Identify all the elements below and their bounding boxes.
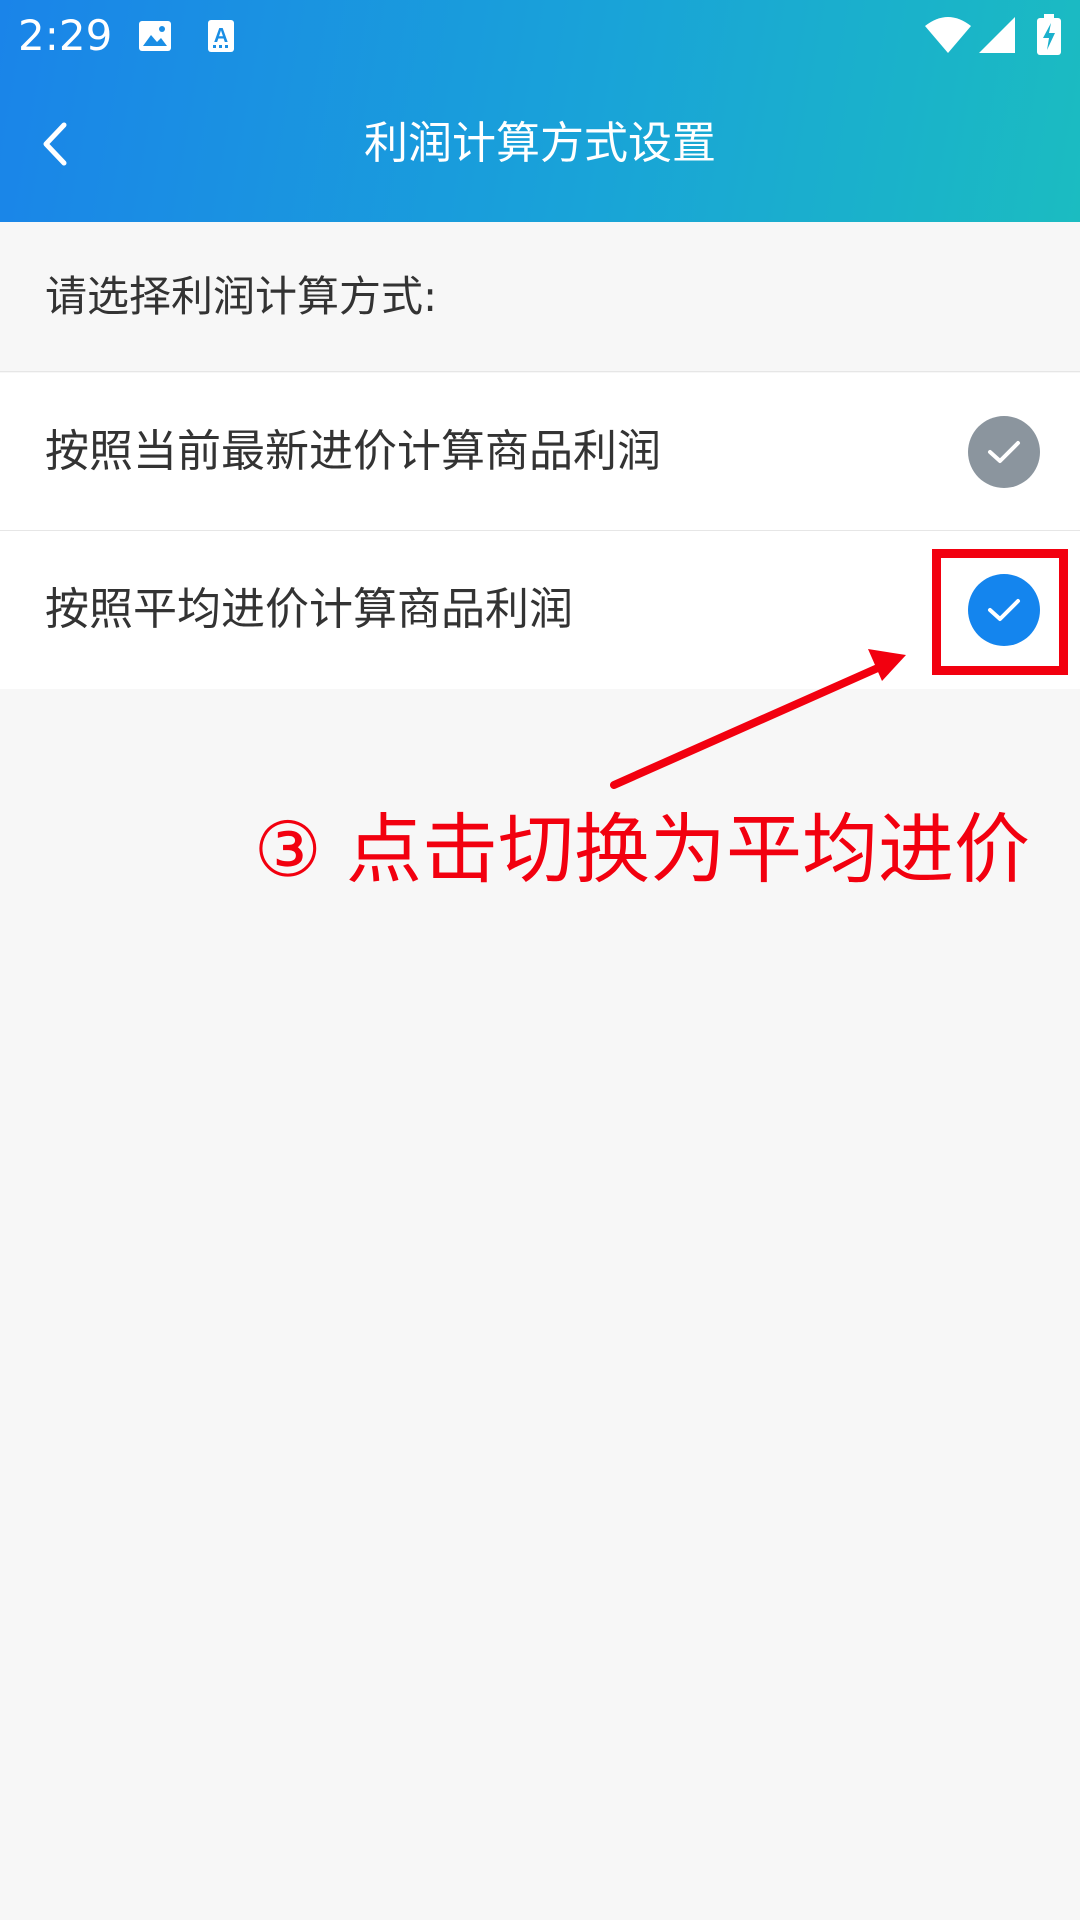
annotation-highlight-box (932, 549, 1068, 675)
status-bar: 2:29 A (0, 0, 1080, 72)
wifi-icon (924, 16, 972, 58)
prompt-section: 请选择利润计算方式: (0, 222, 1080, 372)
battery-charging-icon (1036, 14, 1062, 60)
page-title: 利润计算方式设置 (364, 118, 716, 169)
check-icon-unselected[interactable] (968, 416, 1040, 488)
image-icon (138, 20, 172, 56)
app-bar: 利润计算方式设置 (0, 72, 1080, 222)
annotation-text: ③ 点击切换为平均进价 (253, 805, 1030, 894)
option-label: 按照当前最新进价计算商品利润 (45, 426, 661, 477)
option-average-cost[interactable]: 按照平均进价计算商品利润 (0, 531, 1080, 689)
option-label: 按照平均进价计算商品利润 (45, 584, 573, 635)
option-latest-cost[interactable]: 按照当前最新进价计算商品利润 (0, 373, 1080, 531)
signal-icon (978, 16, 1016, 58)
text-a-icon: A (206, 18, 236, 58)
header: 2:29 A 利润计算方式设置 (0, 0, 1080, 222)
svg-text:A: A (214, 25, 228, 47)
prompt-text: 请选择利润计算方式: (45, 272, 438, 321)
status-time: 2:29 (18, 11, 113, 60)
